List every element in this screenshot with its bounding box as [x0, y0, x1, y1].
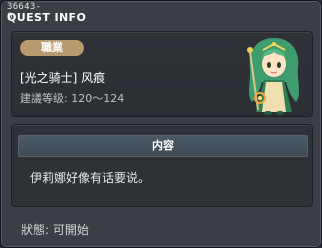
- level-requirement: 建議等级: 120～124: [20, 92, 125, 105]
- content-header: 内容: [18, 135, 308, 157]
- job-panel: 職業 [光之骑士] 风痕 建議等级: 120～124: [11, 31, 313, 117]
- job-badge: 職業: [20, 40, 84, 56]
- quest-info-window: 36643-0 QUEST INFO 職業 [光之骑士] 风痕 建議等级: 12…: [0, 0, 322, 248]
- window-title: QUEST INFO: [7, 11, 87, 24]
- job-name: [光之骑士] 风痕: [20, 71, 106, 85]
- content-text: 伊莉娜好像有话要说。: [30, 171, 151, 185]
- character-portrait-icon: [247, 38, 300, 115]
- content-panel: 内容 伊莉娜好像有话要说。: [11, 124, 313, 207]
- quest-status: 狀態: 可開始: [21, 223, 89, 237]
